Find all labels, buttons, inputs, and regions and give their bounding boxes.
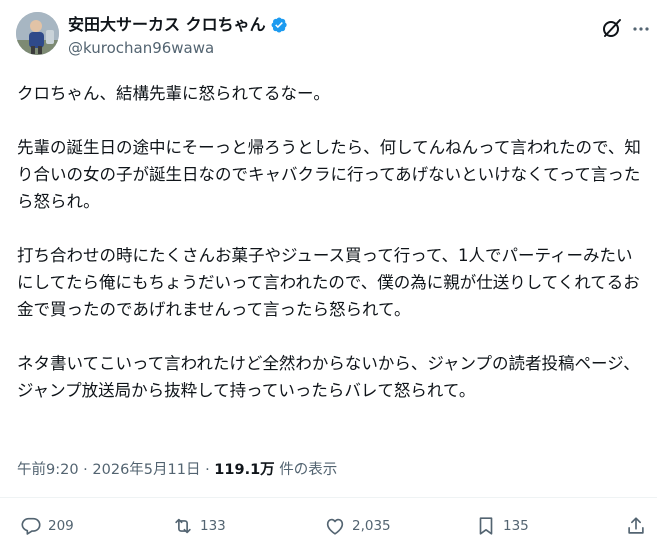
heart-icon xyxy=(326,518,344,535)
post-header: 安田大サーカス クロちゃん @kurochan96wawa xyxy=(0,0,657,72)
post-date[interactable]: 2026年5月11日 xyxy=(92,462,200,478)
meta-separator: · xyxy=(205,462,210,478)
post-time[interactable]: 午前9:20 xyxy=(17,462,79,478)
author-display-name[interactable]: 安田大サーカス クロちゃん xyxy=(68,15,266,35)
author-handle[interactable]: @kurochan96wawa xyxy=(68,39,214,57)
views-label: 件の表示 xyxy=(279,462,338,478)
divider xyxy=(0,497,657,498)
repost-button[interactable]: 133 xyxy=(172,514,226,538)
grok-icon[interactable] xyxy=(600,16,624,40)
reply-icon xyxy=(21,517,41,535)
post-paragraph: ネタ書いてこいって言われたけど全然わからないから、ジャンプの読者投稿ページ、ジャ… xyxy=(17,354,640,400)
repost-icon xyxy=(175,518,191,534)
meta-separator: · xyxy=(83,462,88,478)
share-button[interactable] xyxy=(625,514,647,538)
more-options-icon[interactable] xyxy=(632,20,650,38)
verified-badge-icon[interactable] xyxy=(270,16,288,34)
bookmark-button[interactable]: 135 xyxy=(475,514,529,538)
views-count[interactable]: 119.1万 xyxy=(214,462,274,478)
post-meta: 午前9:20 · 2026年5月11日 · 119.1万 件の表示 xyxy=(17,460,337,480)
bookmark-count: 135 xyxy=(503,518,529,534)
avatar[interactable] xyxy=(16,12,59,55)
like-button[interactable]: 2,035 xyxy=(324,514,391,538)
bookmark-icon xyxy=(479,517,493,535)
repost-count: 133 xyxy=(200,518,226,534)
post-text: クロちゃん、結構先輩に怒られてるなー。 先輩の誕生日の途中にそーっと帰ろうとした… xyxy=(17,80,645,404)
like-count: 2,035 xyxy=(352,518,391,534)
reply-button[interactable]: 209 xyxy=(20,514,74,538)
post-paragraph: クロちゃん、結構先輩に怒られてるなー。 xyxy=(17,84,330,103)
post-paragraph: 先輩の誕生日の途中にそーっと帰ろうとしたら、何してんねんって言われたので、知り合… xyxy=(17,138,641,211)
reply-count: 209 xyxy=(48,518,74,534)
post-paragraph: 打ち合わせの時にたくさんお菓子やジュース買って行って、1人でパーティーみたいにし… xyxy=(17,246,640,319)
share-icon xyxy=(628,517,644,534)
author-name-row: 安田大サーカス クロちゃん xyxy=(68,15,288,35)
